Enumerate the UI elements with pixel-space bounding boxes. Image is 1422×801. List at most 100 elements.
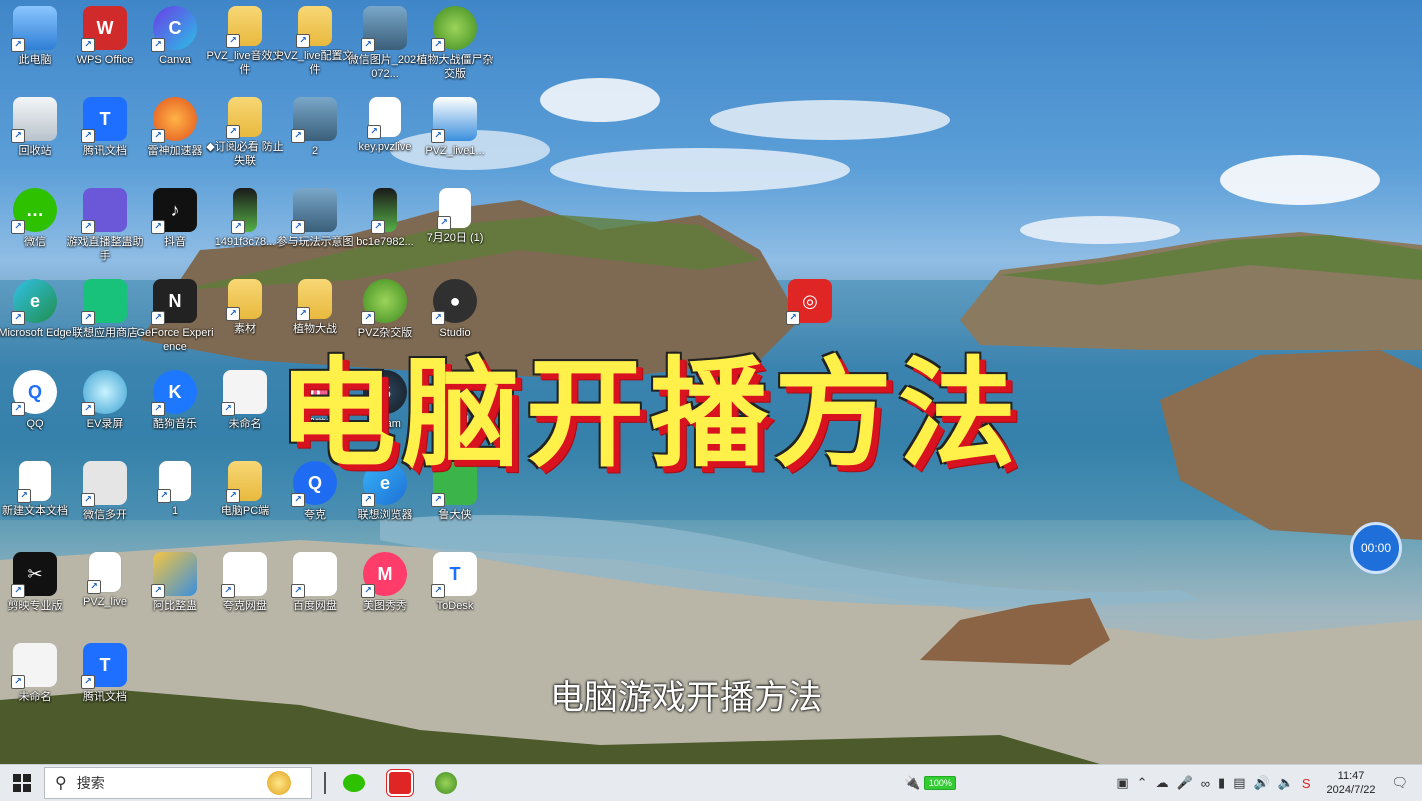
- desktop-icon[interactable]: ↗ 植物大战僵尸杂交版: [417, 6, 494, 92]
- desktop-icon[interactable]: … ↗ 微信: [0, 188, 70, 274]
- desktop-icon[interactable]: ↗ 回收站: [0, 97, 70, 183]
- shortcut-arrow-icon: ↗: [371, 220, 385, 234]
- desktop-icon[interactable]: ↗ 1491f3c78...: [210, 188, 280, 274]
- desktop-icon[interactable]: ↗ 1: [140, 461, 210, 547]
- desktop-icon[interactable]: ↗ 未命名: [0, 643, 70, 729]
- cloud-icon[interactable]: ☁: [1156, 775, 1169, 791]
- image-icon: ↗: [291, 188, 337, 234]
- desktop-icon[interactable]: ↗ 此电脑: [0, 6, 70, 92]
- desktop-icon[interactable]: ✂ ↗ 剪映专业版: [0, 552, 70, 638]
- desktop-icon[interactable]: ↗ PVZ_live配置文件: [276, 6, 354, 92]
- desktop-icon[interactable]: ↗ PVZ_live音效文件: [206, 6, 284, 92]
- battery-indicator[interactable]: 100%: [924, 776, 957, 790]
- notification-icon[interactable]: 🗨: [1391, 775, 1408, 791]
- baidu-drive-icon: ↗: [291, 552, 337, 598]
- file-icon: ↗: [17, 461, 51, 503]
- news-widget-icon[interactable]: ▣: [1116, 775, 1128, 791]
- desktop-icon-label: PVZ_live音效文件: [206, 50, 284, 76]
- volume-icon[interactable]: 🔊: [1254, 775, 1270, 791]
- nvidia-icon: N ↗: [151, 279, 197, 325]
- desktop-icon-label: 酷狗音乐: [153, 418, 197, 430]
- desktop-icon[interactable]: ♪ ↗ 抖音: [140, 188, 210, 274]
- desktop-icon[interactable]: Q ↗ QQ: [0, 370, 70, 456]
- desktop-icon-label: 微信图片_2024072...: [347, 54, 423, 80]
- desktop-icon[interactable]: N ↗ GeForce Experience: [136, 279, 214, 365]
- desktop-icon[interactable]: W ↗ WPS Office: [70, 6, 140, 92]
- capcut-icon: ✂ ↗: [11, 552, 57, 598]
- desktop-icon[interactable]: ↗ 电脑PC端: [210, 461, 280, 547]
- desktop-icon[interactable]: K ↗ 酷狗音乐: [140, 370, 210, 456]
- shortcut-arrow-icon: ↗: [11, 402, 25, 416]
- input-method-icon[interactable]: S: [1302, 776, 1311, 791]
- desktop-icon-label: 未命名: [18, 691, 52, 703]
- folder-icon: ↗: [226, 97, 262, 139]
- battery-icon[interactable]: ▮: [1218, 775, 1225, 791]
- bluetooth-icon[interactable]: ∞: [1201, 776, 1210, 791]
- meitu-icon: M ↗: [361, 552, 407, 598]
- shortcut-arrow-icon: ↗: [151, 38, 165, 52]
- shortcut-arrow-icon: ↗: [81, 38, 95, 52]
- desktop-icon[interactable]: ↗ 素材: [210, 279, 280, 365]
- desktop-icon-label: 抖音: [164, 236, 186, 248]
- desktop-icon[interactable]: ↗ key.pvzlive: [350, 97, 420, 183]
- shortcut-arrow-icon: ↗: [87, 580, 101, 594]
- desktop-icon[interactable]: ↗ bc1e7982...: [350, 188, 420, 274]
- taskbar-app-red[interactable]: [382, 768, 418, 798]
- desktop-icon[interactable]: T ↗ ToDesk: [420, 552, 490, 638]
- video-title-overlay: 电脑开播方法: [278, 345, 1023, 483]
- desktop-icon[interactable]: ↗ 百度网盘: [280, 552, 350, 638]
- taskbar-app-wechat[interactable]: [336, 768, 372, 798]
- desktop-icon-label: GeForce Experience: [136, 327, 214, 353]
- desktop-icon[interactable]: M ↗ 美图秀秀: [350, 552, 420, 638]
- shortcut-arrow-icon: ↗: [367, 125, 381, 139]
- game-assistant-icon: ↗: [81, 188, 127, 234]
- desktop-icon[interactable]: ↗ 阿比整蛊: [140, 552, 210, 638]
- desktop-icon[interactable]: T ↗ 腾讯文档: [70, 643, 140, 729]
- desktop-icon[interactable]: ↗ 游戏直播整蛊助手: [67, 188, 144, 274]
- shortcut-arrow-icon: ↗: [11, 38, 25, 52]
- desktop-icon[interactable]: ↗ ◆订阅必看 防止失联: [206, 97, 284, 183]
- desktop-icon-label: 夸克: [304, 509, 326, 521]
- folder-icon: ↗: [226, 6, 262, 48]
- desktop-icon[interactable]: ↗ 微信图片_2024072...: [348, 6, 422, 92]
- desktop-icon[interactable]: ↗ PVZ_live: [70, 552, 140, 638]
- leishen-icon: ↗: [151, 97, 197, 143]
- shortcut-arrow-icon: ↗: [431, 493, 445, 507]
- taskbar-app-pvz[interactable]: [428, 768, 464, 798]
- desktop-icon-label: 游戏直播整蛊助手: [66, 236, 144, 262]
- taskbar: ⚲ 搜索 🔌 100% ▣ ⌃ ☁ 🎤 ∞ ▮ ▤ 🔊 🔈 S 11:47 20…: [0, 764, 1422, 801]
- desktop-icon[interactable]: ↗ 联想应用商店: [70, 279, 140, 365]
- start-button[interactable]: [0, 765, 44, 801]
- shortcut-arrow-icon: ↗: [11, 129, 25, 143]
- desktop-icon[interactable]: ↗ 雷神加速器: [140, 97, 210, 183]
- taskbar-clock[interactable]: 11:47 2024/7/22: [1327, 769, 1376, 797]
- desktop-icon[interactable]: ↗ PVZ_live1...: [420, 97, 490, 183]
- desktop-icon[interactable]: ↗ 夸克网盘: [210, 552, 280, 638]
- desktop-icon[interactable]: ↗ 参与玩法示意图: [277, 188, 354, 274]
- desktop-icon[interactable]: T ↗ 腾讯文档: [70, 97, 140, 183]
- desktop-icon-label: ToDesk: [436, 600, 474, 612]
- chevron-up-icon[interactable]: ⌃: [1137, 775, 1148, 791]
- desktop-icon-label: 1: [171, 505, 179, 517]
- shortcut-arrow-icon: ↗: [226, 489, 240, 503]
- desktop-icon[interactable]: ↗ 新建文本文档: [0, 461, 70, 547]
- desktop-icon[interactable]: C ↗ Canva: [140, 6, 210, 92]
- recording-timer[interactable]: 00:00: [1350, 522, 1402, 574]
- desktop-icon[interactable]: ↗ EV录屏: [70, 370, 140, 456]
- taskbar-search-box[interactable]: ⚲ 搜索: [44, 767, 312, 799]
- shortcut-arrow-icon: ↗: [226, 34, 240, 48]
- ev-icon: ↗: [81, 370, 127, 416]
- desktop-icon[interactable]: e ↗ Microsoft Edge: [0, 279, 72, 365]
- microphone-icon[interactable]: 🎤: [1177, 775, 1193, 791]
- network-icon[interactable]: ▤: [1233, 775, 1245, 791]
- clock-date: 2024/7/22: [1326, 784, 1376, 796]
- desktop-icon[interactable]: ↗ 7月20日 (1): [420, 188, 490, 274]
- desktop-icon-label: key.pvzlive: [358, 141, 412, 153]
- desktop-icon[interactable]: ↗ 未命名: [210, 370, 280, 456]
- desktop-icon[interactable]: ↗ 2: [280, 97, 350, 183]
- desktop-icon-label: Microsoft Edge: [0, 327, 72, 339]
- speaker-icon[interactable]: 🔈: [1278, 775, 1294, 791]
- desktop-icon-label: 7月20日 (1): [426, 232, 484, 244]
- desktop-icon[interactable]: ↗ 微信多开: [70, 461, 140, 547]
- desktop-icon-label: 回收站: [18, 145, 52, 157]
